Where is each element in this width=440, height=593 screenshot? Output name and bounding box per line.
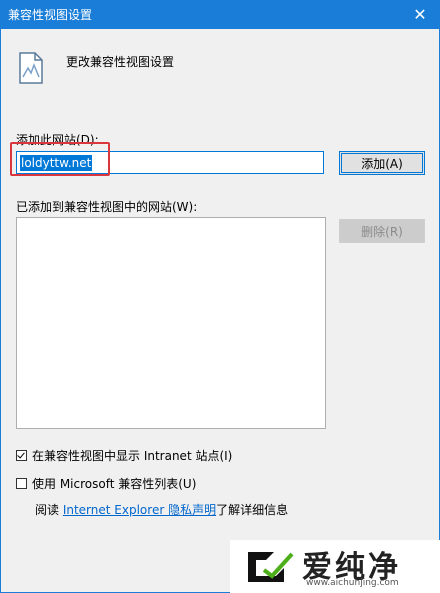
highlight-box [10, 142, 110, 176]
privacy-suffix: 了解详细信息 [216, 503, 289, 517]
title-bar: 兼容性视图设置 ✕ [0, 0, 440, 29]
privacy-prefix: 阅读 [35, 503, 63, 517]
privacy-link[interactable]: Internet Explorer 隐私声明 [63, 503, 216, 517]
header-text: 更改兼容性视图设置 [66, 55, 175, 69]
intranet-option[interactable]: 在兼容性视图中显示 Intranet 站点(I) [16, 447, 232, 464]
compat-document-icon [19, 52, 43, 84]
delete-button[interactable]: 删除(R) [339, 219, 425, 243]
ms-list-option-label: 使用 Microsoft 兼容性列表(U) [32, 477, 197, 491]
site-list[interactable] [16, 217, 326, 429]
close-icon[interactable]: ✕ [400, 0, 440, 29]
window-title: 兼容性视图设置 [8, 8, 93, 22]
delete-button-label: 删除(R) [361, 224, 403, 239]
watermark-url: www.aichunjing.com [306, 578, 399, 588]
privacy-info: 阅读 Internet Explorer 隐私声明了解详细信息 [35, 501, 288, 518]
intranet-checkbox[interactable] [16, 450, 27, 461]
ms-list-option[interactable]: 使用 Microsoft 兼容性列表(U) [16, 475, 196, 492]
add-button[interactable]: 添加(A) [339, 151, 425, 175]
intranet-option-label: 在兼容性视图中显示 Intranet 站点(I) [32, 449, 233, 463]
ms-list-checkbox[interactable] [16, 478, 27, 489]
site-list-label: 已添加到兼容性视图中的网站(W): [16, 200, 198, 214]
watermark-logo-icon [248, 552, 294, 582]
watermark: 爱纯净 www.aichunjing.com [230, 540, 440, 593]
add-button-focus-ring [341, 153, 423, 173]
